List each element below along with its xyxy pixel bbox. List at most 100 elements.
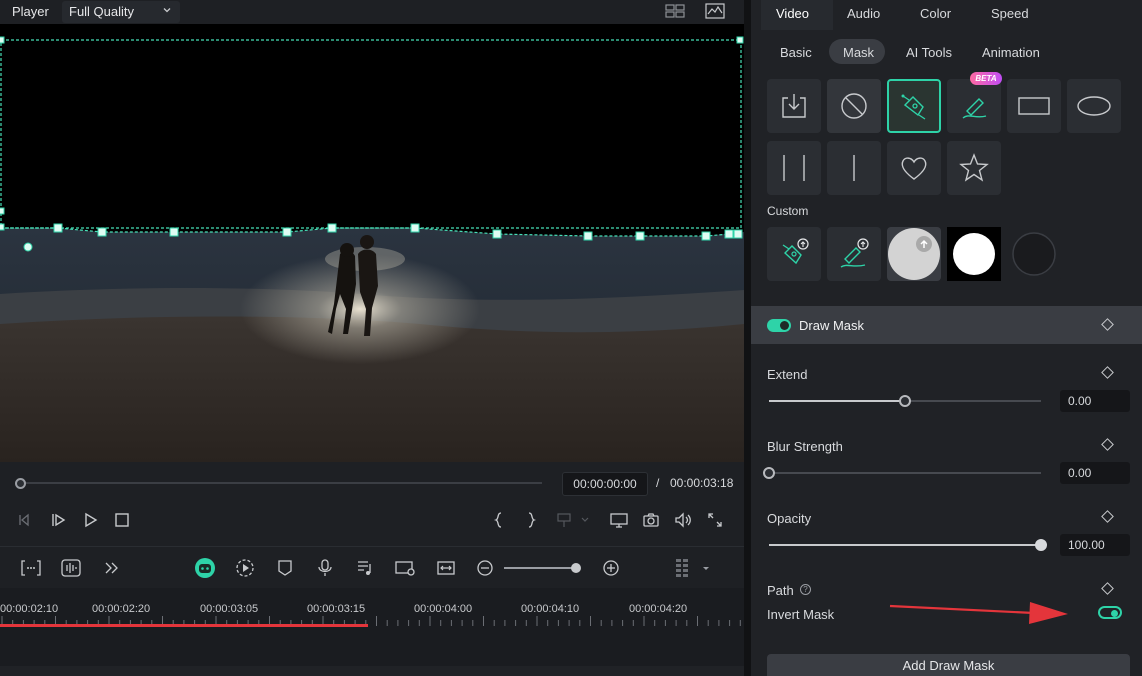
tab-video[interactable]: Video: [776, 6, 809, 21]
custom-section-label: Custom: [767, 204, 809, 218]
player-area: Player Full Quality 00:00:00:00 / 00:00:…: [0, 0, 744, 676]
custom-pen-upload-tile[interactable]: [767, 227, 821, 281]
diamond-keyframe-icon[interactable]: [1101, 366, 1114, 379]
snapshot-icon[interactable]: [642, 511, 660, 529]
dark-circle-mask-tile[interactable]: [1007, 227, 1061, 281]
heart-mask-tile[interactable]: [887, 141, 941, 195]
waveform-icon[interactable]: [705, 3, 725, 19]
white-circle-mask-tile[interactable]: [947, 227, 1001, 281]
no-mask-tile[interactable]: [827, 79, 881, 133]
single-line-mask-tile[interactable]: [827, 141, 881, 195]
subtab-mask[interactable]: Mask: [843, 45, 874, 60]
ellipse-mask-tile[interactable]: [1067, 79, 1121, 133]
timeline-ruler[interactable]: 00:00:02:10 00:00:02:20 00:00:03:05 00:0…: [0, 588, 744, 676]
draw-mask-label: Draw Mask: [799, 318, 865, 333]
draw-mask-tile[interactable]: [887, 79, 941, 133]
grid-view-icon[interactable]: [665, 3, 685, 19]
import-mask-tile[interactable]: [767, 79, 821, 133]
main-tabs: Video Audio Color Speed: [751, 0, 1142, 30]
subtab-animation[interactable]: Animation: [982, 45, 1040, 60]
current-timecode[interactable]: 00:00:00:00: [562, 472, 648, 496]
help-icon[interactable]: ?: [800, 584, 811, 595]
custom-brush-upload-tile[interactable]: [827, 227, 881, 281]
fullscreen-icon[interactable]: [706, 511, 724, 529]
star-mask-tile[interactable]: [947, 141, 1001, 195]
opacity-slider-knob[interactable]: [1035, 539, 1047, 551]
video-preview[interactable]: [0, 24, 744, 462]
auto-reframe-icon[interactable]: [235, 558, 255, 578]
subtab-basic[interactable]: Basic: [780, 45, 812, 60]
zoom-out-icon[interactable]: [476, 558, 494, 578]
diamond-keyframe-icon[interactable]: [1101, 582, 1114, 595]
zoom-in-icon[interactable]: [602, 558, 620, 578]
fit-timeline-icon[interactable]: [436, 558, 456, 578]
extend-label: Extend: [767, 367, 808, 382]
blur-strength-slider-knob[interactable]: [763, 467, 775, 479]
tab-audio[interactable]: Audio: [847, 6, 880, 21]
playback-controls: [0, 506, 744, 536]
total-timecode: 00:00:03:18: [670, 476, 734, 490]
previous-frame-icon[interactable]: [16, 511, 34, 529]
invert-mask-label: Invert Mask: [767, 607, 835, 622]
more-tools-icon[interactable]: [102, 558, 122, 578]
invert-mask-toggle[interactable]: [1098, 606, 1122, 619]
audio-wave-icon[interactable]: [60, 558, 82, 578]
pen-upload-icon: [782, 238, 809, 265]
draw-mask-section: Draw Mask: [751, 306, 1142, 344]
select-range-icon[interactable]: [20, 558, 42, 578]
custom-image-upload-tile[interactable]: [887, 227, 941, 281]
shield-icon[interactable]: [276, 558, 294, 578]
music-list-icon[interactable]: [356, 558, 374, 578]
ai-brush-mask-tile[interactable]: [947, 79, 1001, 133]
rectangle-mask-tile[interactable]: [1007, 79, 1061, 133]
blur-strength-value[interactable]: 0.00: [1060, 462, 1130, 484]
volume-icon[interactable]: [674, 511, 692, 529]
track-area: [0, 666, 744, 676]
import-mask-icon: [782, 94, 806, 118]
heart-icon: [901, 157, 927, 180]
track-layout-icon[interactable]: [674, 558, 714, 580]
diamond-keyframe-icon[interactable]: [1101, 318, 1114, 331]
play-step-icon[interactable]: [49, 511, 67, 529]
subtab-ai-tools[interactable]: AI Tools: [906, 45, 952, 60]
mark-in-icon[interactable]: [490, 511, 508, 529]
progress-knob[interactable]: [15, 478, 26, 489]
opacity-value[interactable]: 100.00: [1060, 534, 1130, 556]
player-header: Player Full Quality: [0, 0, 744, 24]
chevron-down-icon: [163, 8, 171, 13]
progress-track[interactable]: [20, 482, 542, 484]
path-label: Path: [767, 583, 794, 598]
tab-speed[interactable]: Speed: [991, 6, 1029, 21]
add-draw-mask-button[interactable]: Add Draw Mask: [767, 654, 1130, 676]
extend-value[interactable]: 0.00: [1060, 390, 1130, 412]
double-line-icon: [783, 155, 805, 181]
mark-out-icon[interactable]: [522, 511, 540, 529]
quality-value: Full Quality: [69, 4, 135, 19]
marker-icon[interactable]: [556, 511, 590, 529]
stop-icon[interactable]: [113, 511, 131, 529]
rectangle-mask-icon: [1018, 97, 1050, 115]
playback-scrubber: 00:00:00:00 / 00:00:03:18: [0, 462, 744, 506]
draw-mask-toggle[interactable]: [767, 319, 791, 332]
extend-slider-knob[interactable]: [899, 395, 911, 407]
zoom-slider-track[interactable]: [504, 567, 576, 569]
white-circle-icon: [953, 233, 995, 275]
monitor-icon[interactable]: [609, 511, 629, 529]
quality-dropdown[interactable]: Full Quality: [62, 1, 180, 23]
opacity-slider[interactable]: [769, 544, 1041, 546]
ai-brush-icon: [962, 98, 987, 119]
microphone-icon[interactable]: [316, 558, 334, 578]
blur-strength-slider[interactable]: [769, 472, 1041, 474]
diamond-keyframe-icon[interactable]: [1101, 510, 1114, 523]
screen-record-icon[interactable]: [394, 558, 416, 578]
dark-circle-icon: [1012, 232, 1056, 276]
play-icon[interactable]: [81, 511, 99, 529]
tab-color[interactable]: Color: [920, 6, 951, 21]
brush-upload-icon: [840, 238, 869, 268]
double-line-mask-tile[interactable]: [767, 141, 821, 195]
diamond-keyframe-icon[interactable]: [1101, 438, 1114, 451]
zoom-slider-knob[interactable]: [571, 563, 581, 573]
panel-divider[interactable]: [744, 0, 751, 676]
beta-badge: BETA: [970, 72, 1002, 85]
ai-assistant-icon[interactable]: [194, 557, 216, 579]
